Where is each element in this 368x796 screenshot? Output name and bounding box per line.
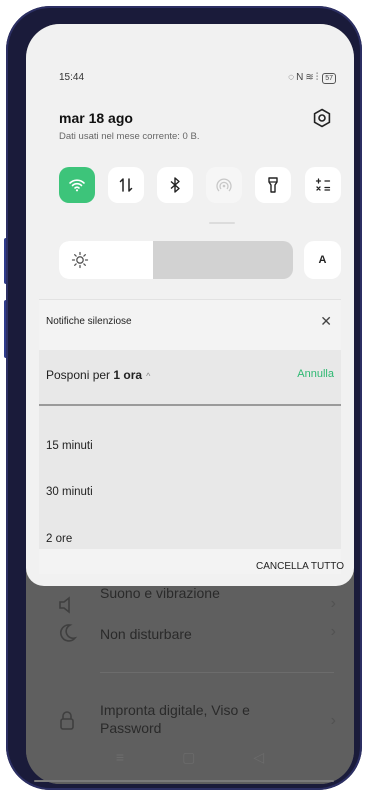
snooze-dropdown[interactable]: Posponi per 1 ora ^: [46, 368, 150, 382]
bluetooth-icon: [170, 177, 180, 193]
clear-all-button[interactable]: CANCELLA TUTTO: [256, 561, 344, 572]
phone-frame: Suono e vibrazione › Non disturbare › Im…: [6, 6, 362, 790]
settings-item-label: Non disturbare: [100, 626, 192, 642]
back-nav-icon[interactable]: ◁: [253, 749, 264, 766]
menu-nav-icon[interactable]: ≡: [116, 749, 124, 765]
snooze-option-2h[interactable]: 2 ore: [46, 533, 72, 545]
signal-icon: ⫶: [315, 72, 321, 83]
navigation-bar: ≡ ▢ ◁: [26, 742, 354, 772]
chevron-right-icon: ›: [330, 623, 336, 640]
settings-item-label: Suono e vibrazione: [100, 585, 220, 601]
notification-title: Notifiche silenziose: [46, 316, 132, 327]
home-nav-icon[interactable]: ▢: [182, 749, 195, 766]
alarm-icon: ◌: [288, 72, 297, 83]
settings-item-label: Impronta digitale, Viso e: [100, 702, 250, 718]
screen: Suono e vibrazione › Non disturbare › Im…: [26, 24, 354, 784]
status-icons: ◌N≋⫶ 57: [288, 72, 336, 84]
quick-settings: [59, 167, 341, 203]
gear-icon[interactable]: [312, 108, 332, 128]
close-icon[interactable]: ✕: [320, 313, 332, 330]
calculator-tile[interactable]: [305, 167, 341, 203]
snooze-option-30min[interactable]: 30 minuti: [46, 486, 93, 498]
brightness-slider[interactable]: [59, 241, 293, 279]
flashlight-icon: [268, 177, 278, 193]
calculator-icon: [315, 178, 331, 191]
settings-item-fingerprint[interactable]: Impronta digitale, Viso e Password ›: [26, 688, 354, 748]
mobile-data-icon: [119, 178, 133, 192]
status-bar: 15:44 ◌N≋⫶ 57: [59, 72, 336, 86]
flashlight-tile[interactable]: [255, 167, 291, 203]
phone-bottom-edge: [34, 780, 334, 782]
battery-icon: 57: [322, 73, 336, 84]
date: mar 18 ago: [59, 110, 133, 126]
snooze-options: [39, 406, 341, 549]
hotspot-tile[interactable]: [206, 167, 242, 203]
bluetooth-tile[interactable]: [157, 167, 193, 203]
auto-brightness-button[interactable]: A: [304, 241, 341, 279]
chevron-up-icon: ^: [146, 371, 151, 381]
mobile-data-tile[interactable]: [108, 167, 144, 203]
divider: [100, 672, 334, 673]
data-usage: Dati usati nel mese corrente: 0 B.: [59, 131, 200, 142]
wifi-icon: [69, 179, 85, 192]
wifi-tile[interactable]: [59, 167, 95, 203]
wifi-status-icon: ≋: [305, 72, 316, 83]
snooze-option-15min[interactable]: 15 minuti: [46, 440, 93, 452]
nfc-icon: N: [296, 72, 306, 83]
status-time: 15:44: [59, 72, 85, 83]
drag-handle[interactable]: [209, 222, 235, 224]
notification-shade: 15:44 ◌N≋⫶ 57 mar 18 ago Dati usati nel m…: [26, 24, 354, 586]
sun-icon: [71, 251, 89, 269]
snooze-value: 1 ora: [113, 368, 143, 382]
settings-item-label-line2: Password: [100, 720, 162, 736]
lock-icon: [60, 711, 74, 730]
cancel-snooze-button[interactable]: Annulla: [297, 368, 334, 380]
chevron-right-icon: ›: [330, 712, 336, 729]
moon-icon: [60, 624, 78, 642]
snooze-prefix: Posponi per: [46, 368, 114, 382]
settings-item-do-not-disturb[interactable]: Non disturbare ›: [26, 604, 354, 664]
hotspot-icon: [216, 178, 232, 192]
